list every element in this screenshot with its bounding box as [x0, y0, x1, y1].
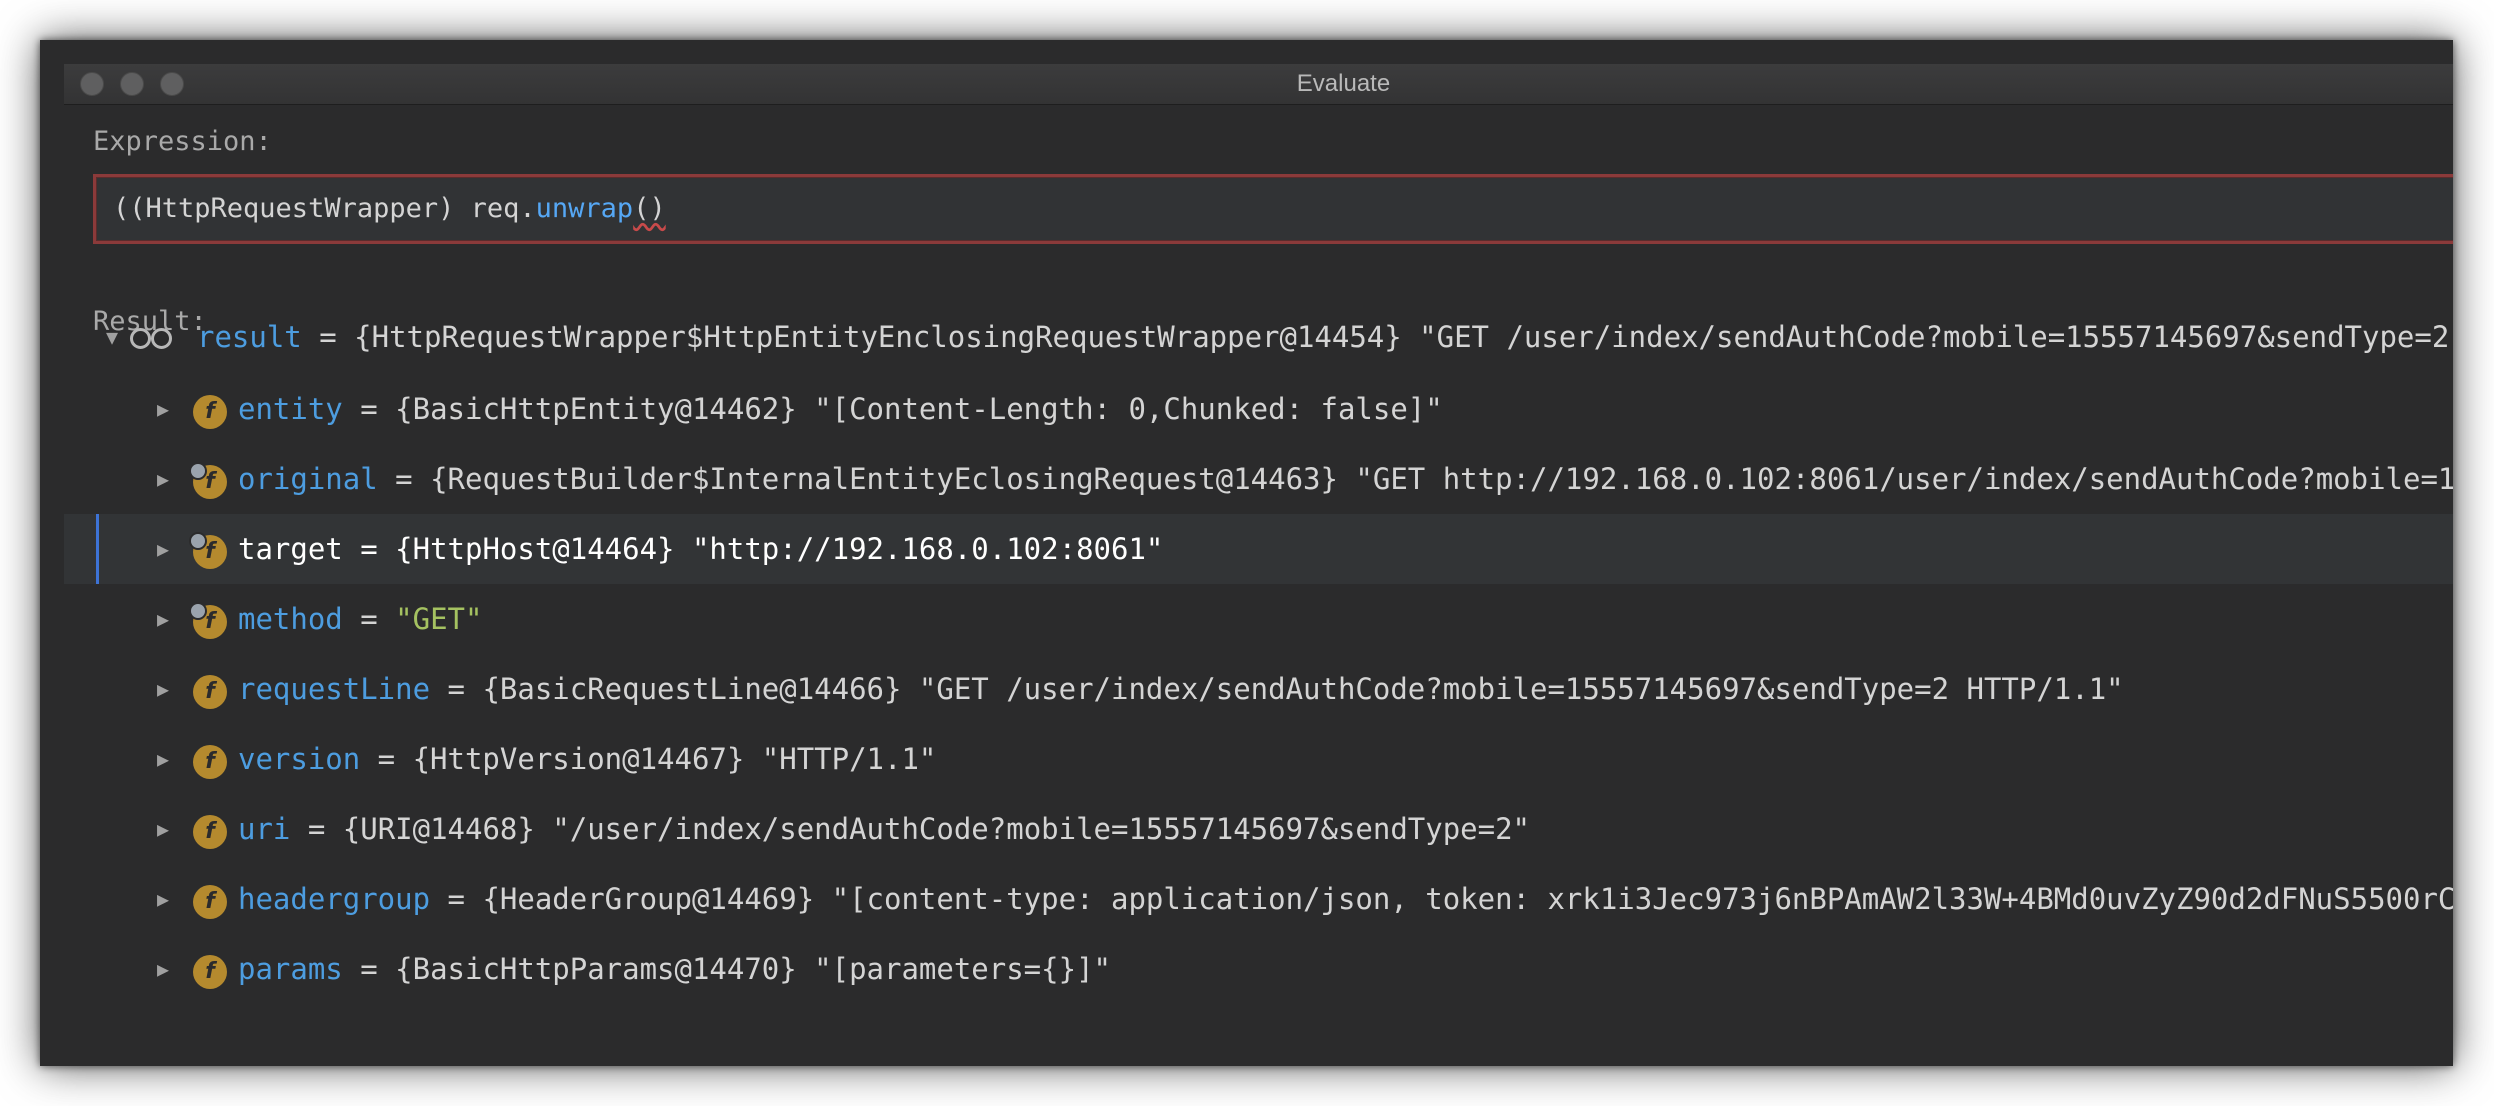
- field-name: entity: [238, 392, 343, 426]
- field-value: = {RequestBuilder$InternalEntityEclosing…: [395, 462, 2453, 496]
- watch-glasses-icon: [130, 328, 172, 349]
- field-badge-icon: f: [189, 602, 227, 639]
- badge-overlay-dot: [189, 532, 207, 550]
- field-name: requestLine: [238, 672, 431, 706]
- field-name: uri: [238, 812, 291, 846]
- field-line: target = {HttpHost@14464} "http://192.16…: [238, 514, 1163, 584]
- field-line: params = {BasicHttpParams@14470} "[param…: [238, 934, 1111, 1004]
- field-name: headergroup: [238, 882, 431, 916]
- expand-arrow-icon[interactable]: ▶: [157, 794, 169, 864]
- result-root-value: = {HttpRequestWrapper$HttpEntityEnclosin…: [301, 320, 2453, 354]
- expression-method: unwrap: [535, 193, 634, 224]
- field-badge-letter: f: [205, 679, 215, 704]
- field-row-method[interactable]: ▶ f method = "GET": [64, 584, 2453, 654]
- expression-prefix: ((HttpRequestWrapper) req.: [113, 193, 536, 224]
- title-bar[interactable]: Evaluate: [64, 64, 2453, 105]
- field-badge-letter: f: [205, 959, 215, 984]
- result-root-row[interactable]: ▼ result = {HttpRequestWrapper$HttpEntity…: [64, 302, 2453, 372]
- field-badge-letter: f: [205, 399, 215, 424]
- field-value: = {BasicRequestLine@14466} "GET /user/in…: [430, 672, 2124, 706]
- result-root-line: result = {HttpRequestWrapper$HttpEntityE…: [197, 302, 2453, 372]
- expression-text[interactable]: ((HttpRequestWrapper) req.unwrap(): [113, 177, 666, 241]
- field-row-requestline[interactable]: ▶ f requestLine = {BasicRequestLine@14466}…: [64, 654, 2453, 724]
- expression-label: Expression:: [93, 126, 272, 157]
- expression-parens: (): [633, 193, 666, 224]
- expand-arrow-icon[interactable]: ▶: [157, 864, 169, 934]
- field-row-original[interactable]: ▶ f original = {RequestBuilder$InternalEnt…: [64, 444, 2453, 514]
- field-badge-icon: f: [193, 885, 227, 919]
- expand-arrow-icon[interactable]: ▶: [157, 514, 169, 584]
- result-root-name: result: [197, 320, 302, 354]
- field-badge-letter: f: [205, 889, 215, 914]
- field-row-version[interactable]: ▶ f version = {HttpVersion@14467} "HTTP/1.…: [64, 724, 2453, 794]
- field-row-entity[interactable]: ▶ f entity = {BasicHttpEntity@14462} "[Con…: [64, 374, 2453, 444]
- field-value: = {HttpHost@14464} "http://192.168.0.102…: [342, 532, 1164, 566]
- collapse-arrow-icon[interactable]: ▼: [106, 302, 118, 372]
- field-badge-icon: f: [189, 462, 227, 499]
- field-badge-icon: f: [193, 745, 227, 779]
- field-badge-letter: f: [205, 819, 215, 844]
- field-value: = {URI@14468} "/user/index/sendAuthCode?…: [290, 812, 1531, 846]
- field-badge-icon: f: [193, 395, 227, 429]
- expand-arrow-icon[interactable]: ▶: [157, 584, 169, 654]
- field-line: original = {RequestBuilder$InternalEntit…: [238, 444, 2453, 514]
- field-line: uri = {URI@14468} "/user/index/sendAuthC…: [238, 794, 1530, 864]
- field-badge-icon: f: [193, 815, 227, 849]
- field-line: method = "GET": [238, 584, 482, 654]
- expand-arrow-icon[interactable]: ▶: [157, 444, 169, 514]
- badge-overlay-dot: [189, 462, 207, 480]
- field-string-value: "GET": [395, 602, 483, 636]
- expand-arrow-icon[interactable]: ▶: [157, 724, 169, 794]
- field-line: requestLine = {BasicRequestLine@14466} "…: [238, 654, 2124, 724]
- evaluate-window: Evaluate Expression: ((HttpRequestWrappe…: [64, 64, 2453, 1066]
- field-name: target: [238, 532, 343, 566]
- field-row-headergroup[interactable]: ▶ f headergroup = {HeaderGroup@14469} "[co…: [64, 864, 2453, 934]
- field-line: version = {HttpVersion@14467} "HTTP/1.1": [238, 724, 936, 794]
- field-badge-icon: f: [189, 532, 227, 569]
- field-value: = {HeaderGroup@14469} "[content-type: ap…: [430, 882, 2453, 916]
- field-badge-icon: f: [193, 955, 227, 989]
- field-value: = {BasicHttpEntity@14462} "[Content-Leng…: [342, 392, 1443, 426]
- field-name: original: [238, 462, 378, 496]
- badge-overlay-dot: [189, 602, 207, 620]
- field-value: = {BasicHttpParams@14470} "[parameters={…: [342, 952, 1111, 986]
- field-value: =: [342, 602, 396, 636]
- field-row-params[interactable]: ▶ f params = {BasicHttpParams@14470} "[par…: [64, 934, 2453, 1004]
- expand-arrow-icon[interactable]: ▶: [157, 654, 169, 724]
- field-badge-icon: f: [193, 675, 227, 709]
- field-row-uri[interactable]: ▶ f uri = {URI@14468} "/user/index/sendAut…: [64, 794, 2453, 864]
- field-name: version: [238, 742, 361, 776]
- expand-arrow-icon[interactable]: ▶: [157, 934, 169, 1004]
- field-line: entity = {BasicHttpEntity@14462} "[Conte…: [238, 374, 1443, 444]
- field-line: headergroup = {HeaderGroup@14469} "[cont…: [238, 864, 2453, 934]
- expression-input[interactable]: ((HttpRequestWrapper) req.unwrap(): [93, 174, 2453, 244]
- field-name: method: [238, 602, 343, 636]
- window-title: Evaluate: [1296, 70, 1391, 97]
- expand-arrow-icon[interactable]: ▶: [157, 374, 169, 444]
- field-badge-letter: f: [205, 749, 215, 774]
- field-row-target[interactable]: ▶ f target = {HttpHost@14464} "http://192.…: [64, 514, 2453, 584]
- field-name: params: [238, 952, 343, 986]
- field-value: = {HttpVersion@14467} "HTTP/1.1": [360, 742, 937, 776]
